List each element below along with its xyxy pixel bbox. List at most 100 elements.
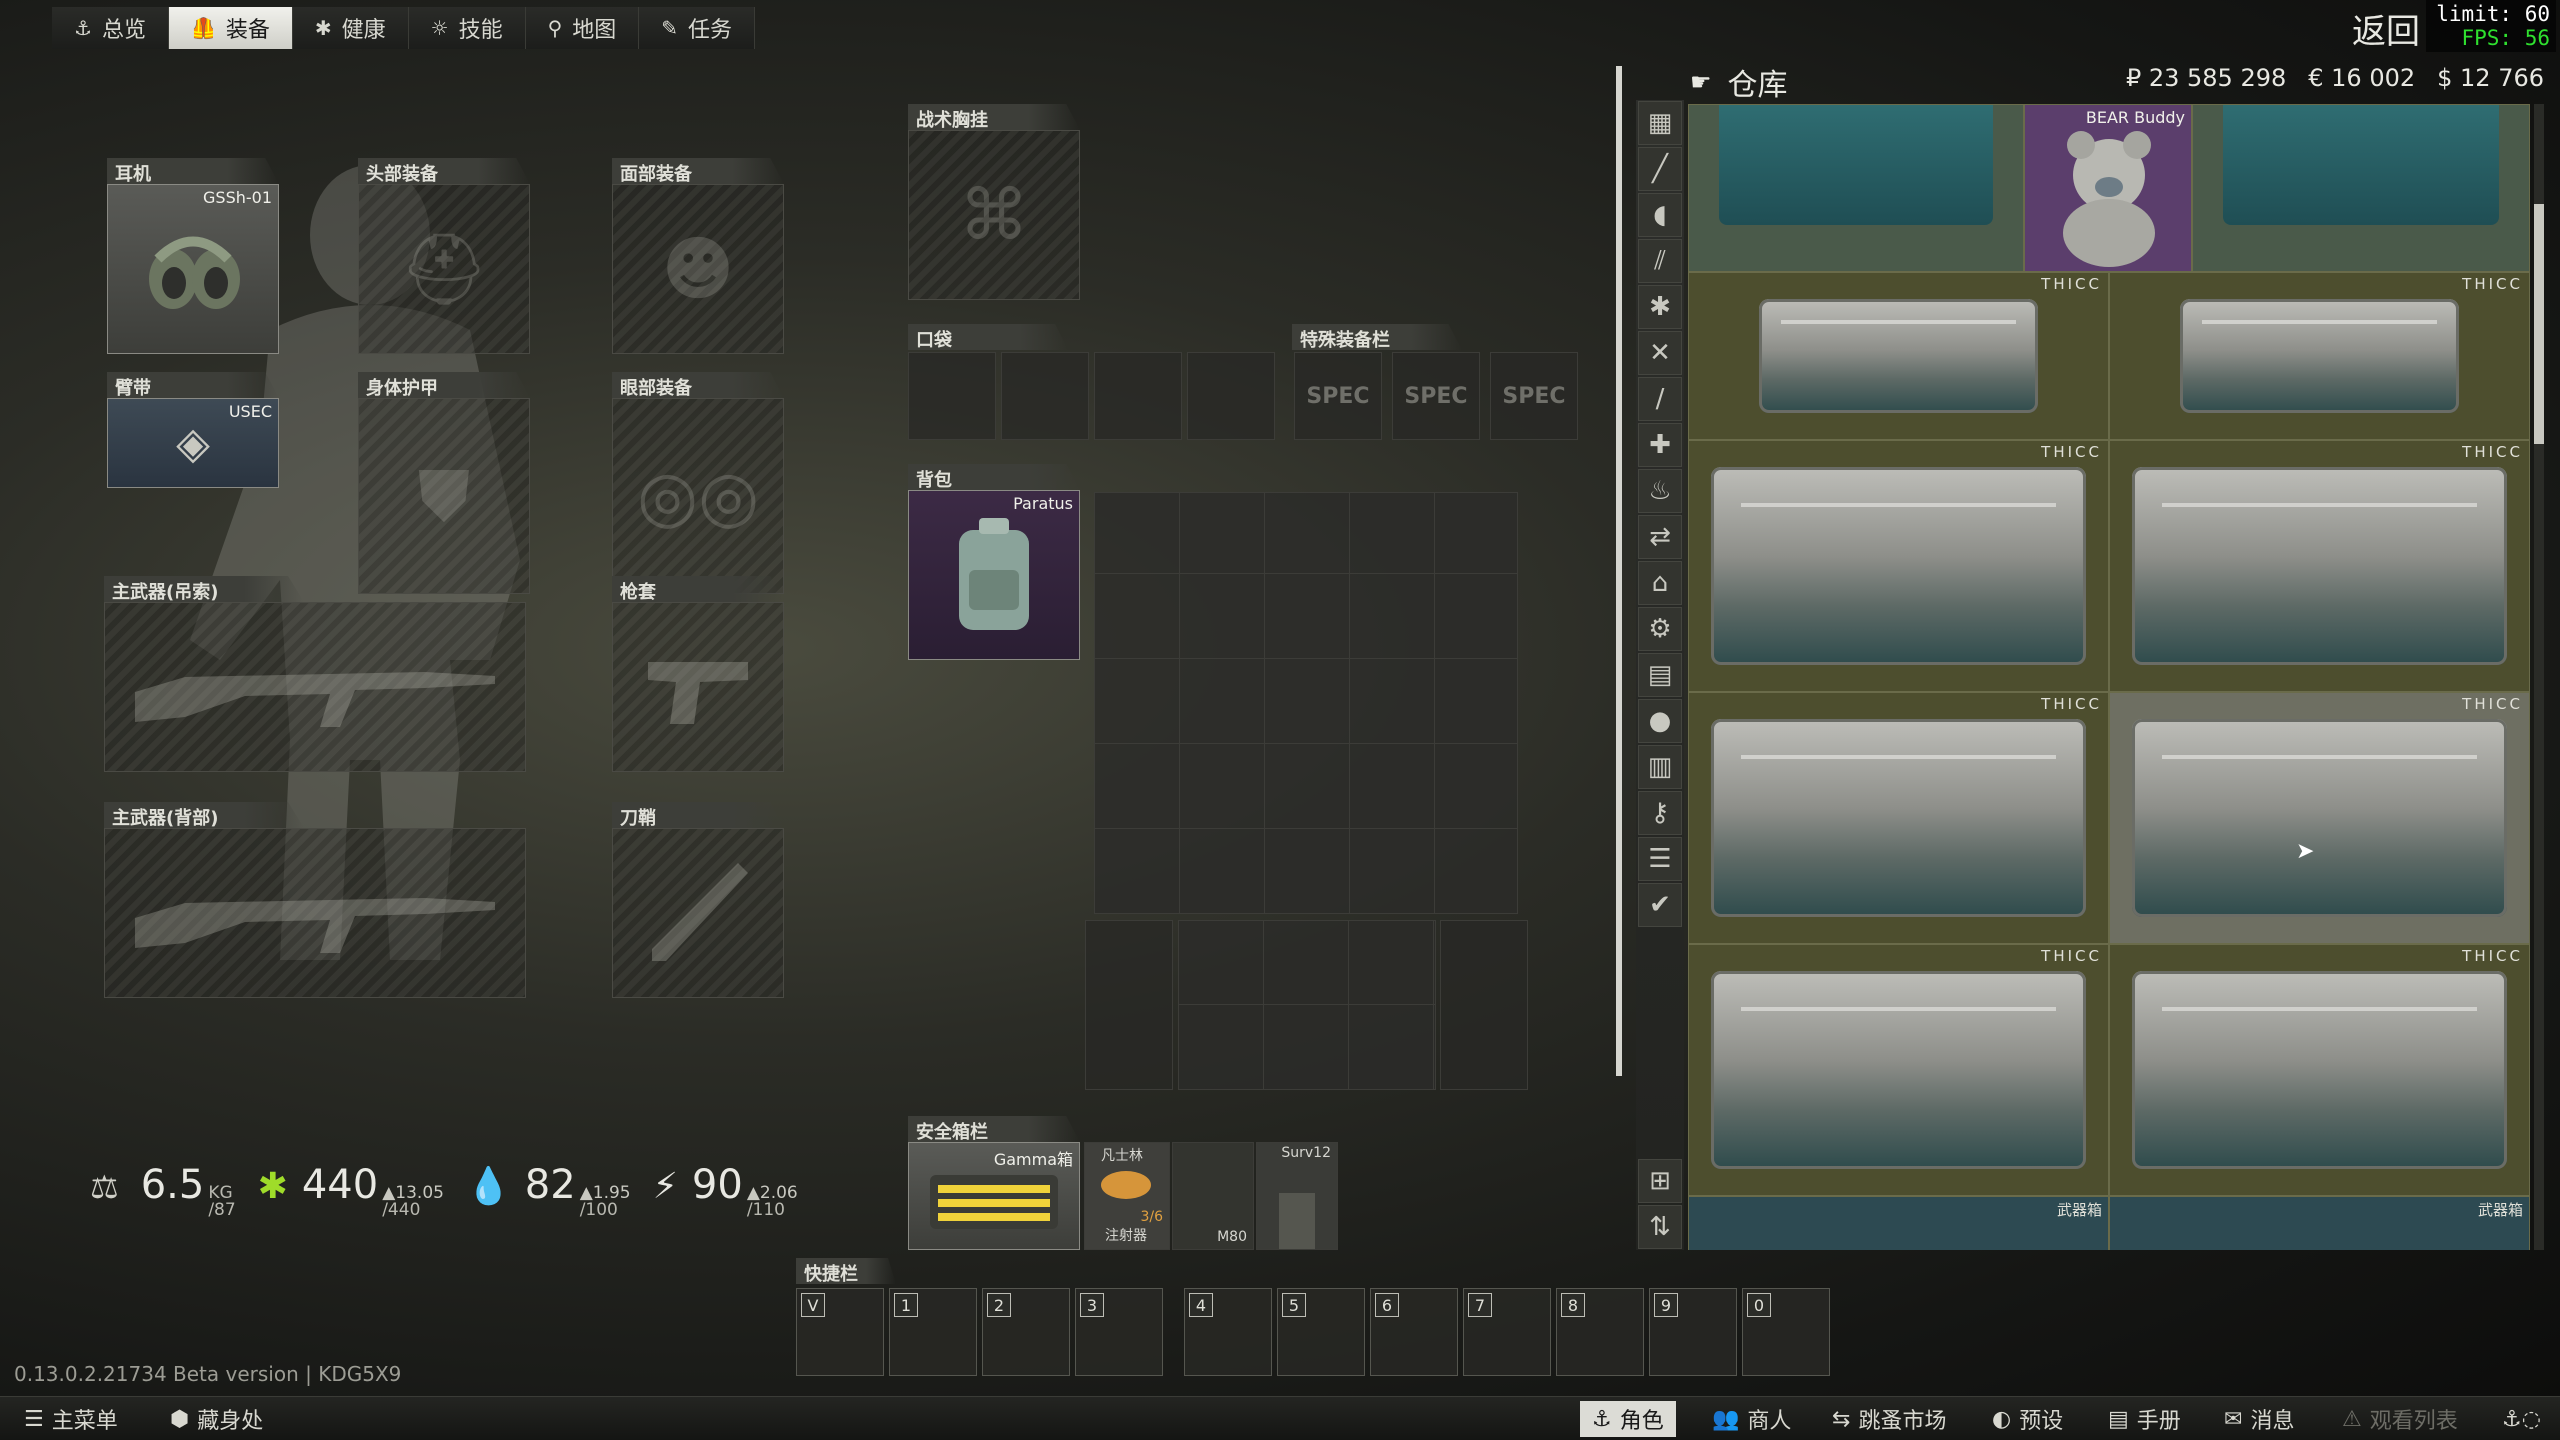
headwear-empty[interactable]: ⛑ xyxy=(358,184,530,354)
facecover-empty[interactable]: ☻ xyxy=(612,184,784,354)
backpack-main-compartment[interactable] xyxy=(1094,492,1518,914)
filter-ammo-icon[interactable]: ⫽ xyxy=(1638,239,1682,283)
backpack-bottom-compartment[interactable] xyxy=(1178,920,1436,1090)
filter-quest-icon[interactable]: ✔ xyxy=(1638,883,1682,927)
tasks-icon: ✎ xyxy=(661,16,679,40)
sort-grid-icon[interactable]: ⊞ xyxy=(1638,1159,1682,1203)
return-button[interactable]: 返回 xyxy=(2352,4,2420,53)
filter-melee-icon[interactable]: ✕ xyxy=(1638,331,1682,375)
filter-barter-icon[interactable]: ⇄ xyxy=(1638,515,1682,559)
tab-overview[interactable]: ⚓ 总览 xyxy=(52,7,169,49)
player-status-icon: ⚓◌ xyxy=(2502,1406,2541,1432)
holster-empty[interactable] xyxy=(612,602,784,772)
tab-gear[interactable]: 🦺 装备 xyxy=(168,7,293,49)
quickbar-slot[interactable]: 5 xyxy=(1277,1288,1365,1376)
quickbar-slot[interactable]: 2 xyxy=(982,1288,1070,1376)
body-armor-empty[interactable]: ⛊ xyxy=(358,398,530,594)
filter-containers-icon[interactable]: ▤ xyxy=(1638,653,1682,697)
stash-scrollbar-thumb[interactable] xyxy=(2534,204,2544,444)
slot-backpack: 背包 Paratus xyxy=(908,464,1080,660)
backpack-side-pocket[interactable] xyxy=(1085,920,1173,1090)
stash-item-thicc-case[interactable]: THICC xyxy=(2109,944,2530,1196)
stash-item-thicc-case-hovered[interactable]: THICC ➤ xyxy=(2109,692,2530,944)
quickbar-slot[interactable]: 4 xyxy=(1184,1288,1272,1376)
primary-sling-empty[interactable] xyxy=(104,602,526,772)
secure-item-surv12[interactable]: Surv12 xyxy=(1256,1142,1338,1250)
spec-slot[interactable]: SPEC xyxy=(1294,352,1382,440)
stash-item-thicc-case[interactable]: THICC xyxy=(1688,440,2109,692)
energy-stat: ⚡ 90 ▲2.06/110 xyxy=(652,1161,798,1220)
quickbar-slot[interactable]: 7 xyxy=(1463,1288,1551,1376)
messages-button[interactable]: ✉ 消息 xyxy=(2212,1401,2306,1437)
stash-item-bear-buddy[interactable]: BEAR Buddy xyxy=(2024,104,2192,272)
slot-primary-back: 主武器(背部) xyxy=(104,802,526,998)
pocket-cell[interactable] xyxy=(1187,352,1275,440)
stash-item-thicc-case[interactable]: THICC xyxy=(1688,272,2109,440)
tactical-rig-empty[interactable]: ⌘ xyxy=(908,130,1080,300)
traders-button[interactable]: 👥 商人 xyxy=(1700,1401,1803,1437)
stash-item-thicc-case[interactable]: THICC xyxy=(1688,944,2109,1196)
quickbar-slot[interactable]: 0 xyxy=(1742,1288,1830,1376)
backpack-side-pocket[interactable] xyxy=(1440,920,1528,1090)
handbook-button[interactable]: ▤ 手册 xyxy=(2096,1401,2193,1437)
stash-item-weapon-case[interactable]: 武器箱 xyxy=(1688,1196,2109,1250)
tab-map[interactable]: ⚲ 地图 xyxy=(525,7,640,49)
quickbar-slot[interactable]: 8 xyxy=(1556,1288,1644,1376)
secure-container-item[interactable]: Gamma箱 xyxy=(908,1142,1080,1250)
watchlist-button[interactable]: ⚠ 观看列表 xyxy=(2330,1401,2470,1437)
hideout-button[interactable]: ⬢ 藏身处 xyxy=(158,1401,275,1437)
quickbar-slot[interactable]: 3 xyxy=(1075,1288,1163,1376)
tab-skills[interactable]: ☼ 技能 xyxy=(408,7,526,49)
filter-mods-icon[interactable]: ⚙ xyxy=(1638,607,1682,651)
secure-item-m80[interactable]: M80 xyxy=(1172,1142,1254,1250)
stash-item-case-top[interactable] xyxy=(1688,104,2024,272)
filter-meds-icon[interactable]: ✚ xyxy=(1638,423,1682,467)
goggles-icon: ◎◎ xyxy=(636,455,760,537)
euros-amount: € 16 002 xyxy=(2308,64,2416,92)
filter-all-icon[interactable]: ▦ xyxy=(1638,101,1682,145)
pocket-cell[interactable] xyxy=(1001,352,1089,440)
pocket-cell[interactable] xyxy=(908,352,996,440)
filter-info-icon[interactable]: ▥ xyxy=(1638,745,1682,789)
tab-tasks[interactable]: ✎ 任务 xyxy=(639,7,756,49)
quickbar-slot[interactable]: V xyxy=(796,1288,884,1376)
stash-item-case-top[interactable] xyxy=(2192,104,2530,272)
player-status-button[interactable]: ⚓◌ xyxy=(2490,1401,2553,1437)
filter-keys-icon[interactable]: ⚷ xyxy=(1638,791,1682,835)
weight-icon: ⚖ xyxy=(90,1167,119,1206)
stash-filter-sidebar: ▦ ╱ ◖ ⫽ ✱ ✕ ∕ ✚ ♨ ⇄ ⌂ ⚙ ▤ ● ▥ ⚷ ☰ ✔ ⊞ ⇅ xyxy=(1636,100,1684,1250)
quickbar-slot[interactable]: 1 xyxy=(889,1288,977,1376)
filter-armor-icon[interactable]: ◖ xyxy=(1638,193,1682,237)
sort-icon[interactable]: ⇅ xyxy=(1638,1205,1682,1249)
filter-weapons-icon[interactable]: ╱ xyxy=(1638,147,1682,191)
eyewear-empty[interactable]: ◎◎ xyxy=(612,398,784,594)
pocket-cell[interactable] xyxy=(1094,352,1182,440)
spec-slot[interactable]: SPEC xyxy=(1392,352,1480,440)
quickbar-slot[interactable]: 9 xyxy=(1649,1288,1737,1376)
anchor-icon: ⚓ xyxy=(1592,1406,1612,1432)
main-menu-button[interactable]: ☰ 主菜单 xyxy=(12,1401,130,1437)
primary-back-empty[interactable] xyxy=(104,828,526,998)
stash-item-weapon-case[interactable]: 武器箱 xyxy=(2109,1196,2530,1250)
hideout-icon: ⬢ xyxy=(170,1406,190,1432)
filter-docs-icon[interactable]: ☰ xyxy=(1638,837,1682,881)
filter-gear-icon[interactable]: ⌂ xyxy=(1638,561,1682,605)
stash-item-thicc-case[interactable]: THICC xyxy=(2109,272,2530,440)
earpiece-item[interactable]: GSSh-01 xyxy=(107,184,279,354)
flea-market-button[interactable]: ⇆ 跳蚤市场 xyxy=(1820,1401,1958,1437)
spec-slot[interactable]: SPEC xyxy=(1490,352,1578,440)
scabbard-empty[interactable] xyxy=(612,828,784,998)
backpack-item[interactable]: Paratus xyxy=(908,490,1080,660)
filter-grenades-icon[interactable]: ● xyxy=(1638,699,1682,743)
filter-food-icon[interactable]: ♨ xyxy=(1638,469,1682,513)
stash-item-thicc-case[interactable]: THICC xyxy=(2109,440,2530,692)
filter-knife-icon[interactable]: ∕ xyxy=(1638,377,1682,421)
tab-health[interactable]: ✱ 健康 xyxy=(292,7,409,49)
secure-item-vaseline[interactable]: 凡士林 3/6 注射器 xyxy=(1084,1142,1170,1250)
armband-item[interactable]: USEC ◈ xyxy=(107,398,279,488)
presets-button[interactable]: ◐ 预设 xyxy=(1980,1401,2075,1437)
quickbar-slot[interactable]: 6 xyxy=(1370,1288,1458,1376)
stash-item-thicc-case[interactable]: THICC xyxy=(1688,692,2109,944)
filter-medical-icon[interactable]: ✱ xyxy=(1638,285,1682,329)
character-button[interactable]: ⚓ 角色 xyxy=(1580,1401,1676,1437)
